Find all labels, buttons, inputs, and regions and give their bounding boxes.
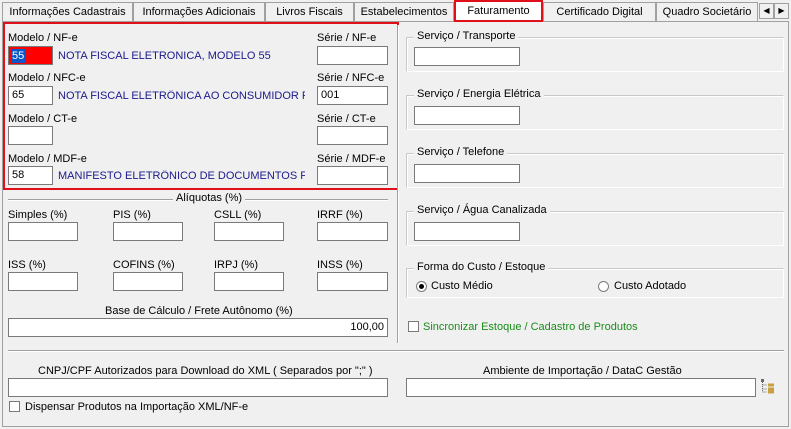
tab-scroll-left-button[interactable]: ◀ xyxy=(759,3,774,19)
tab-quadro-societario[interactable]: Quadro Societário xyxy=(656,2,758,22)
modelo-nfce-label: Modelo / NFC-e xyxy=(8,72,86,84)
modelo-nfe-label: Modelo / NF-e xyxy=(8,32,78,44)
column-divider xyxy=(397,25,399,343)
tab-bar: Informações Cadastrais Informações Adici… xyxy=(0,0,791,22)
cofins-label: COFINS (%) xyxy=(113,259,175,271)
servico-energia-label: Serviço / Energia Elétrica xyxy=(414,88,544,100)
base-calculo-input[interactable]: 100,00 xyxy=(8,318,388,337)
bottom-divider xyxy=(8,350,784,352)
modelo-cte-input[interactable] xyxy=(8,126,53,145)
inss-label: INSS (%) xyxy=(317,259,363,271)
custo-adotado-radio[interactable] xyxy=(598,281,609,292)
servico-transporte-input[interactable] xyxy=(414,47,520,66)
tab-informacoes-cadastrais[interactable]: Informações Cadastrais xyxy=(2,2,133,22)
tab-faturamento[interactable]: Faturamento xyxy=(454,0,543,22)
tree-browse-icon[interactable] xyxy=(760,378,776,394)
serie-mdfe-label: Série / MDF-e xyxy=(317,153,386,165)
servico-telefone-label: Serviço / Telefone xyxy=(414,146,508,158)
simples-label: Simples (%) xyxy=(8,209,68,221)
irpj-label: IRPJ (%) xyxy=(214,259,258,271)
tab-informacoes-adicionais[interactable]: Informações Adicionais xyxy=(133,2,265,22)
custo-medio-label[interactable]: Custo Médio xyxy=(431,280,493,292)
sincronizar-checkbox[interactable] xyxy=(408,321,419,332)
modelo-nfce-input[interactable]: 65 xyxy=(8,86,53,105)
tab-estabelecimentos[interactable]: Estabelecimentos xyxy=(354,2,454,22)
ambiente-label: Ambiente de Importação / DataC Gestão xyxy=(483,365,682,377)
simples-input[interactable] xyxy=(8,222,78,241)
pis-input[interactable] xyxy=(113,222,183,241)
modelo-cte-label: Modelo / CT-e xyxy=(8,113,78,125)
servico-transporte-label: Serviço / Transporte xyxy=(414,30,519,42)
forma-custo-title: Forma do Custo / Estoque xyxy=(414,261,549,273)
csll-input[interactable] xyxy=(214,222,284,241)
serie-nfe-label: Série / NF-e xyxy=(317,32,377,44)
dispensar-checkbox[interactable] xyxy=(9,401,20,412)
tab-scroll-right-button[interactable]: ▶ xyxy=(774,3,789,19)
serie-cte-input[interactable] xyxy=(317,126,388,145)
pis-label: PIS (%) xyxy=(113,209,151,221)
aliquotas-title: Alíquotas (%) xyxy=(173,192,246,204)
serie-cte-label: Série / CT-e xyxy=(317,113,376,125)
ambiente-input[interactable] xyxy=(406,378,756,397)
cofins-input[interactable] xyxy=(113,272,183,291)
csll-label: CSLL (%) xyxy=(214,209,262,221)
iss-label: ISS (%) xyxy=(8,259,46,271)
servico-energia-input[interactable] xyxy=(414,106,520,125)
modelo-mdfe-description: MANIFESTO ELETRÔNICO DE DOCUMENTOS FISCA xyxy=(58,170,305,182)
modelo-nfce-description: NOTA FISCAL ELETRÔNICA AO CONSUMIDOR FIN… xyxy=(58,90,305,102)
tab-certificado-digital[interactable]: Certificado Digital xyxy=(543,2,656,22)
serie-nfe-input[interactable] xyxy=(317,46,388,65)
sincronizar-label[interactable]: Sincronizar Estoque / Cadastro de Produt… xyxy=(423,321,638,333)
base-calculo-label: Base de Cálculo / Frete Autônomo (%) xyxy=(105,305,293,317)
servico-agua-label: Serviço / Água Canalizada xyxy=(414,204,550,216)
irrf-input[interactable] xyxy=(317,222,388,241)
iss-input[interactable] xyxy=(8,272,78,291)
irrf-label: IRRF (%) xyxy=(317,209,363,221)
modelo-nfe-description: NOTA FISCAL ELETRONICA, MODELO 55 xyxy=(58,50,271,62)
dispensar-label[interactable]: Dispensar Produtos na Importação XML/NF-… xyxy=(25,401,248,413)
modelo-mdfe-label: Modelo / MDF-e xyxy=(8,153,87,165)
cnpj-xml-label: CNPJ/CPF Autorizados para Download do XM… xyxy=(38,365,373,377)
irpj-input[interactable] xyxy=(214,272,284,291)
modelo-mdfe-input[interactable]: 58 xyxy=(8,166,53,185)
custo-adotado-label[interactable]: Custo Adotado xyxy=(614,280,686,292)
cnpj-xml-input[interactable] xyxy=(8,378,388,397)
inss-input[interactable] xyxy=(317,272,388,291)
tab-livros-fiscais[interactable]: Livros Fiscais xyxy=(265,2,354,22)
serie-mdfe-input[interactable] xyxy=(317,166,388,185)
serie-nfce-input[interactable]: 001 xyxy=(317,86,388,105)
modelo-nfe-value: 55 xyxy=(11,49,26,63)
servico-telefone-input[interactable] xyxy=(414,164,520,183)
modelo-nfe-input[interactable]: 55 xyxy=(8,46,53,65)
custo-medio-radio[interactable] xyxy=(416,281,427,292)
servico-agua-input[interactable] xyxy=(414,222,520,241)
serie-nfce-label: Série / NFC-e xyxy=(317,72,385,84)
